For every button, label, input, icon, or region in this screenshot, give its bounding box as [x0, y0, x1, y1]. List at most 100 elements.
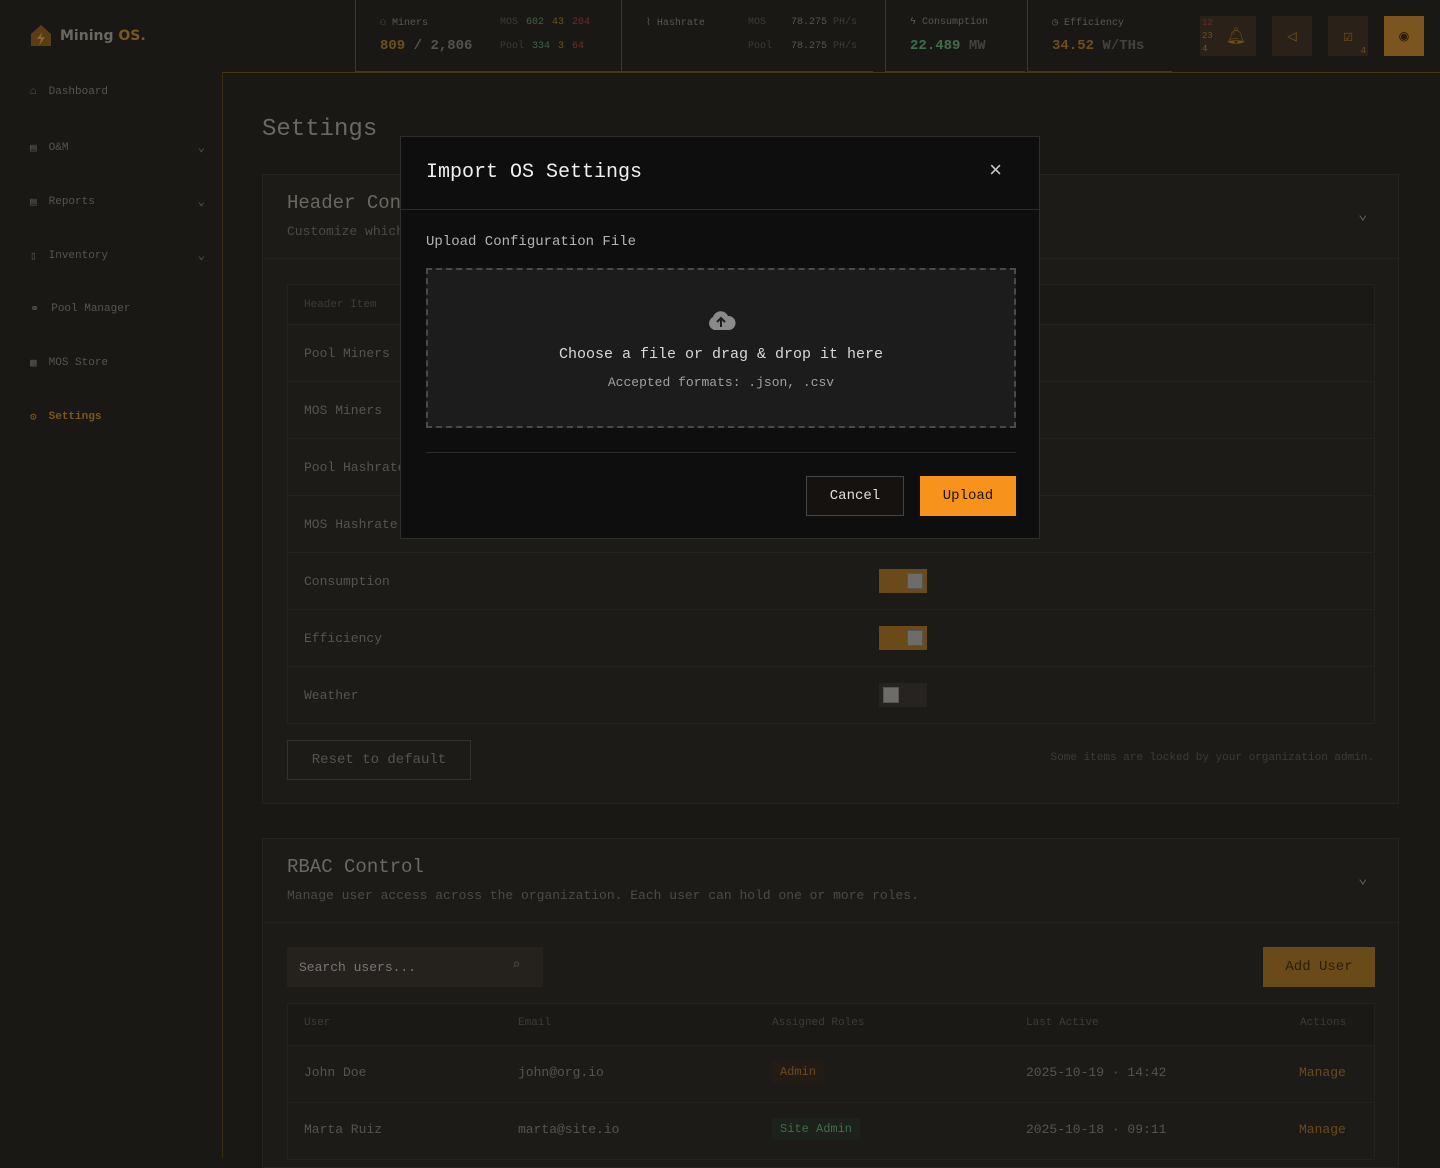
sidebar-item-label: Pool Manager	[51, 303, 130, 315]
sidebar-item-inventory[interactable]: ▯Inventory⌄	[30, 248, 205, 263]
consumption-unit: MW	[969, 38, 986, 54]
miners-stat: ⚇Miners 809 / 2,806 MOS60243204 Pool3343…	[355, 0, 621, 72]
col-header-item: Header Item	[304, 299, 377, 311]
miners-label: Miners	[392, 18, 428, 29]
mute-button[interactable]: ◁	[1272, 16, 1312, 56]
efficiency-unit: W/THs	[1102, 38, 1144, 54]
import-settings-modal: Import OS Settings × Upload Configuratio…	[400, 136, 1040, 539]
sidebar-item-label: O&M	[49, 142, 69, 154]
chevron-down-icon: ⌄	[198, 248, 205, 263]
col-actions: Actions	[1300, 1017, 1346, 1029]
pool-offline: 64	[572, 41, 584, 52]
sidebar-item-om[interactable]: ▤ O&M ⌄	[30, 140, 205, 155]
cancel-button[interactable]: Cancel	[806, 476, 904, 516]
chevron-down-icon: ⌄	[198, 140, 205, 155]
home-icon: ⌂	[30, 86, 37, 98]
modal-title: Import OS Settings	[426, 161, 642, 184]
sidebar-item-pool-manager[interactable]: ⚭ Pool Manager	[30, 302, 205, 316]
collapse-chevron-icon[interactable]: ⌄	[1358, 868, 1368, 888]
sidebar-item-mos-store[interactable]: ▦ MOS Store	[30, 356, 205, 370]
miners-sep: /	[414, 38, 422, 54]
mos-label: MOS	[500, 17, 518, 28]
rbac-title: RBAC Control	[287, 856, 424, 878]
bell-icon: 🔔︎	[1226, 26, 1246, 46]
modal-divider	[401, 209, 1039, 210]
consumption-value: 22.489	[910, 38, 960, 54]
logo-icon	[30, 24, 52, 48]
card-divider	[262, 922, 1399, 923]
pulse-icon: ⌇	[646, 17, 651, 29]
row-label: Pool Hashrate	[304, 460, 405, 475]
last-active: 2025-10-19 · 14:42	[1026, 1065, 1166, 1080]
bolt-icon: ϟ	[910, 17, 916, 28]
alerts-critical: 12	[1202, 17, 1213, 30]
row-label: Consumption	[304, 574, 390, 589]
consumption-toggle[interactable]	[879, 569, 927, 593]
mos-online: 602	[526, 17, 544, 28]
row-label: MOS Hashrate	[304, 517, 398, 532]
upload-label: Upload Configuration File	[426, 234, 636, 250]
col-email: Email	[518, 1017, 551, 1029]
table-row	[287, 1045, 1375, 1103]
upload-button[interactable]: Upload	[920, 476, 1016, 516]
collapse-chevron-icon[interactable]: ⌄	[1358, 204, 1368, 224]
sidebar-item-label: Inventory	[49, 250, 108, 262]
efficiency-toggle[interactable]	[879, 626, 927, 650]
user-email: marta@site.io	[518, 1122, 619, 1137]
clipboard-check-icon: ☑	[1343, 26, 1353, 46]
alerts-button[interactable]: 12234 🔔︎	[1200, 16, 1256, 56]
manage-link[interactable]: Manage	[1299, 1122, 1346, 1137]
col-roles: Assigned Roles	[772, 1017, 864, 1029]
miners-online: 809	[380, 38, 405, 54]
row-label: Pool Miners	[304, 346, 390, 361]
gear-icon: ⚙	[30, 410, 37, 424]
sidebar-item-settings[interactable]: ⚙ Settings	[30, 410, 205, 424]
search-users-input[interactable]	[287, 947, 543, 987]
table-row: Consumption	[287, 552, 1375, 610]
grid-icon: ▦	[30, 356, 37, 370]
pool-online: 334	[532, 41, 550, 52]
sidebar-item-label: Settings	[49, 411, 102, 423]
hashrate-stat: ⌇Hashrate MOS 78.275 PH/s Pool 78.275 PH…	[621, 0, 873, 72]
profile-button[interactable]: ◉	[1384, 16, 1424, 56]
sidebar-divider	[222, 72, 223, 1158]
pool-label: Pool	[500, 41, 524, 52]
sidebar-item-label: Dashboard	[49, 86, 108, 98]
brand-logo[interactable]: Mining OS.	[30, 24, 146, 48]
drop-instruction: Choose a file or drag & drop it here	[428, 346, 1014, 363]
add-user-button[interactable]: Add User	[1263, 947, 1375, 987]
sidebar-item-reports[interactable]: ▤Reports⌄	[30, 194, 205, 209]
miners-total: 2,806	[430, 38, 472, 54]
table-row: Efficiency	[287, 609, 1375, 667]
stopwatch-icon: ◷	[1052, 17, 1058, 29]
brand-suffix: OS.	[118, 28, 145, 44]
sidebar-item-label: MOS Store	[49, 357, 108, 369]
cloud-upload-icon	[706, 308, 736, 332]
reset-default-button[interactable]: Reset to default	[287, 740, 471, 780]
mos-offline: 204	[572, 17, 590, 28]
efficiency-stat: ◷Efficiency 34.52 W/THs	[1027, 0, 1172, 72]
sidebar-item-dashboard[interactable]: ⌂ Dashboard	[30, 86, 205, 98]
modal-footer-divider	[426, 452, 1016, 453]
consumption-label: Consumption	[922, 17, 988, 28]
efficiency-value: 34.52	[1052, 38, 1094, 54]
hashrate-pool-label: Pool	[748, 41, 772, 52]
hashrate-mos-label: MOS	[748, 17, 766, 28]
close-icon[interactable]: ×	[989, 159, 1002, 184]
alerts-warning: 23	[1202, 30, 1213, 43]
archive-icon: ▤	[30, 141, 37, 155]
consumption-stat: ϟ Consumption 22.489 MW	[885, 0, 1025, 72]
role-badge: Admin	[772, 1061, 824, 1083]
tasks-button[interactable]: ☑4	[1328, 16, 1368, 56]
row-label: MOS Miners	[304, 403, 382, 418]
pool-icon: ⚭	[30, 302, 39, 316]
page-title: Settings	[262, 116, 377, 143]
manage-link[interactable]: Manage	[1299, 1065, 1346, 1080]
brand-name: Mining	[60, 28, 113, 44]
row-label: Efficiency	[304, 631, 382, 646]
file-dropzone[interactable]: Choose a file or drag & drop it here Acc…	[426, 268, 1016, 428]
tasks-count: 4	[1361, 46, 1366, 56]
last-active: 2025-10-18 · 09:11	[1026, 1122, 1166, 1137]
weather-toggle[interactable]	[879, 683, 927, 707]
sidebar-item-label: Reports	[49, 196, 95, 208]
